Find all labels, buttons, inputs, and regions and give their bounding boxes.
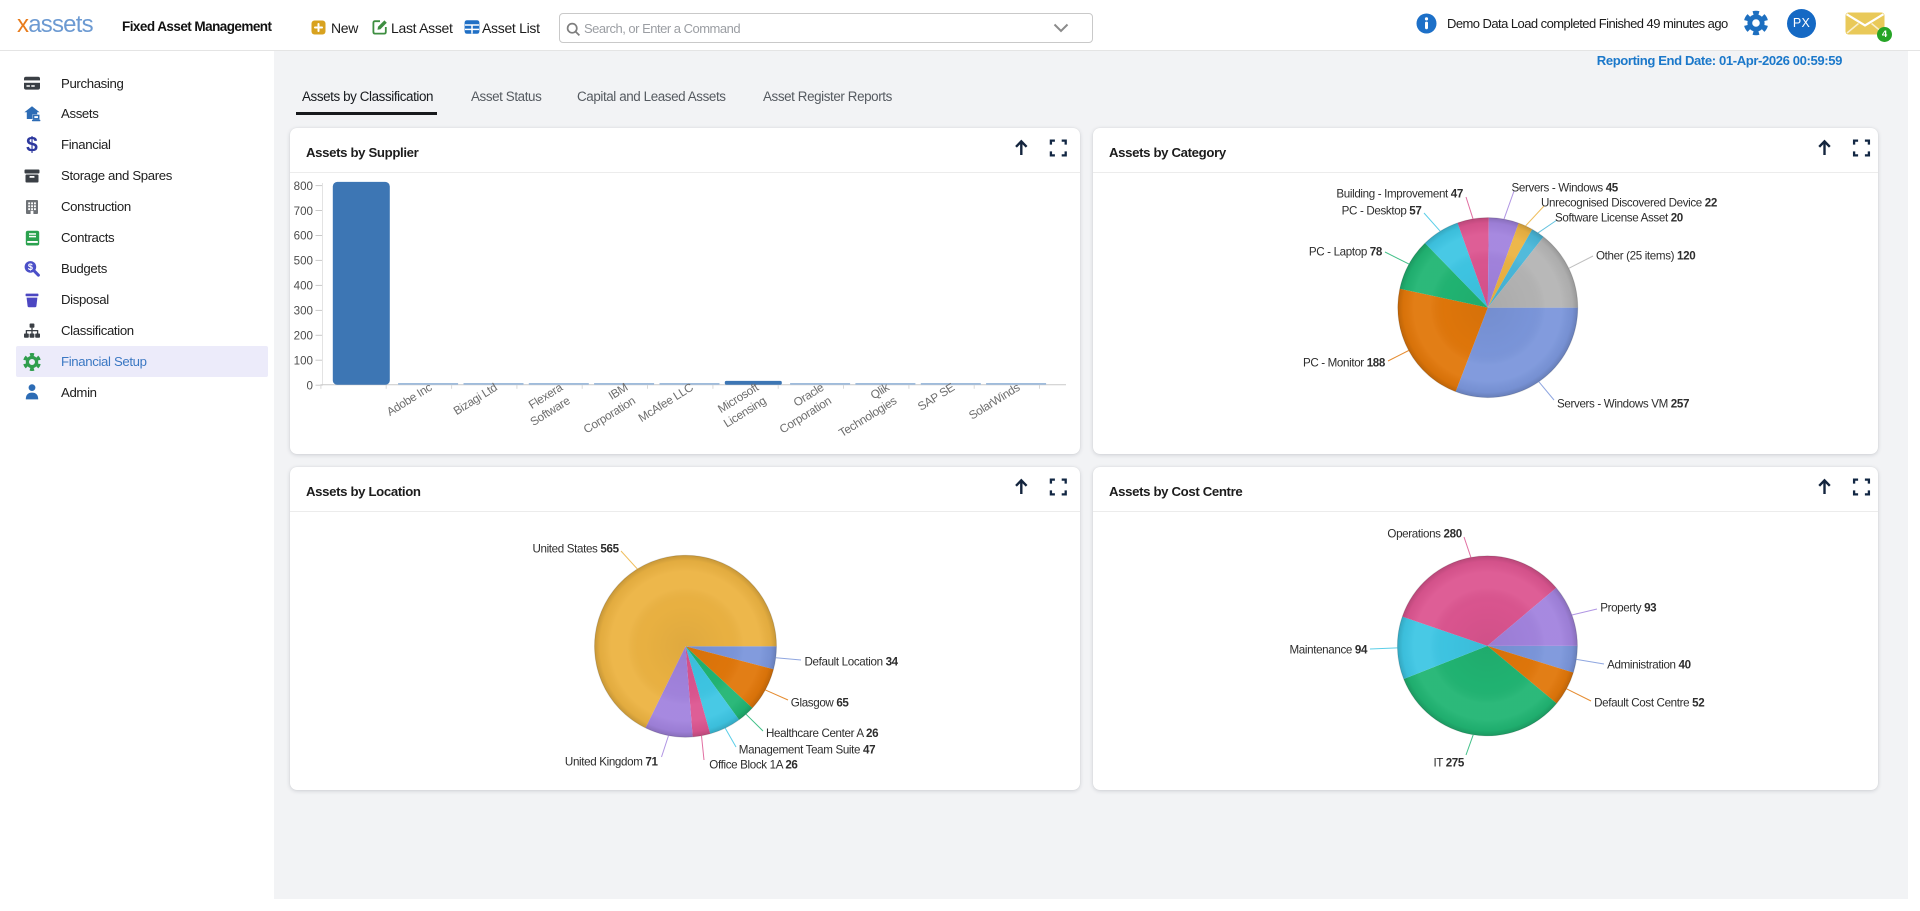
svg-text:400: 400 (294, 280, 313, 293)
svg-text:Corporation: Corporation (581, 393, 638, 436)
svg-text:McAfee LLC: McAfee LLC (636, 380, 697, 425)
svg-text:Servers - Windows 45: Servers - Windows 45 (1512, 181, 1619, 194)
svg-text:Property 93: Property 93 (1600, 601, 1657, 614)
svg-text:Unrecognised Discovered Device: Unrecognised Discovered Device 22 (1541, 196, 1717, 209)
svg-text:Software License Asset 20: Software License Asset 20 (1555, 211, 1683, 224)
svg-text:United Kingdom 71: United Kingdom 71 (565, 755, 659, 768)
svg-text:Bizagi Ltd: Bizagi Ltd (451, 380, 500, 418)
svg-text:Default Cost Centre 52: Default Cost Centre 52 (1594, 696, 1704, 709)
svg-text:Management Team Suite 47: Management Team Suite 47 (739, 743, 875, 756)
svg-text:Administration 40: Administration 40 (1607, 658, 1691, 671)
svg-text:Healthcare Center A 26: Healthcare Center A 26 (766, 727, 879, 740)
svg-text:Servers - Windows VM 257: Servers - Windows VM 257 (1557, 397, 1689, 410)
svg-text:PC - Monitor 188: PC - Monitor 188 (1303, 356, 1386, 369)
svg-text:200: 200 (294, 330, 313, 343)
svg-text:United States 565: United States 565 (532, 542, 619, 555)
svg-text:PC - Laptop 78: PC - Laptop 78 (1309, 245, 1383, 258)
svg-text:Maintenance 94: Maintenance 94 (1289, 643, 1368, 656)
svg-text:Technologies: Technologies (836, 393, 899, 440)
svg-text:600: 600 (294, 230, 313, 243)
svg-text:Building - Improvement 47: Building - Improvement 47 (1336, 187, 1463, 200)
svg-text:Default Location 34: Default Location 34 (805, 655, 899, 668)
svg-text:Adobe Inc: Adobe Inc (384, 380, 435, 419)
svg-text:100: 100 (294, 354, 313, 367)
svg-text:Other (25 items) 120: Other (25 items) 120 (1596, 249, 1695, 262)
svg-text:Operations 280: Operations 280 (1387, 527, 1461, 540)
svg-text:PC - Desktop 57: PC - Desktop 57 (1342, 204, 1422, 217)
svg-text:Office Block 1A 26: Office Block 1A 26 (709, 758, 798, 771)
svg-text:Glasgow 65: Glasgow 65 (791, 696, 850, 709)
svg-text:0: 0 (307, 379, 313, 392)
svg-text:700: 700 (294, 205, 313, 218)
svg-text:IT 275: IT 275 (1433, 756, 1464, 769)
svg-text:500: 500 (294, 255, 313, 268)
svg-text:300: 300 (294, 305, 313, 318)
svg-text:800: 800 (294, 180, 313, 193)
